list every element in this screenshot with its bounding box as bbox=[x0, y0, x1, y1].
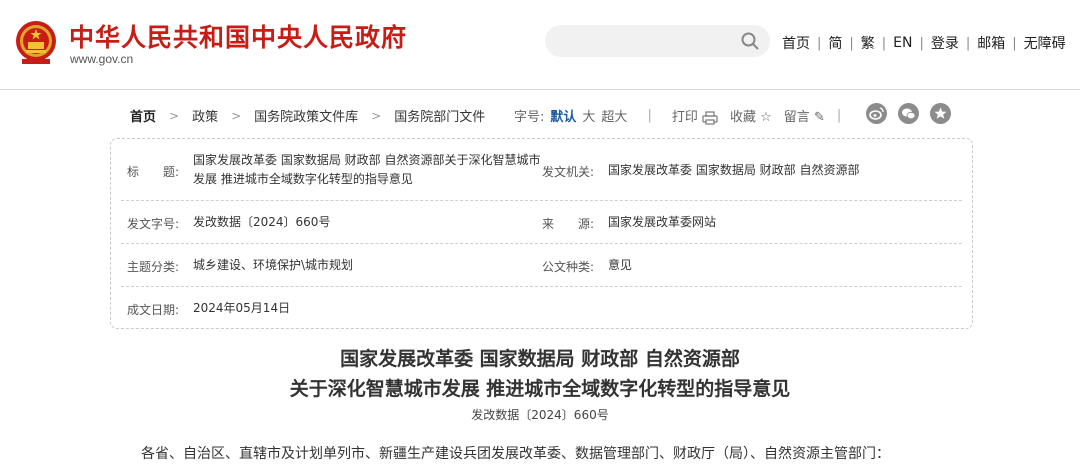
article-title-line2: 关于深化智慧城市发展 推进城市全域数字化转型的指导意见 bbox=[289, 378, 791, 400]
article-doc-number: 发改数据〔2024〕660号 bbox=[471, 408, 609, 422]
nav-home[interactable]: 首页 bbox=[782, 33, 810, 53]
article-toolbar: 字号: 默认 大 超大 | 打印 收藏 ☆ 留言 ✎ | bbox=[514, 106, 841, 125]
national-emblem-icon[interactable] bbox=[14, 17, 58, 67]
breadcrumb-policy[interactable]: 政策 bbox=[192, 106, 218, 125]
breadcrumb: 首页 > 政策 > 国务院政策文件库 > 国务院部门文件 bbox=[130, 106, 485, 126]
wechat-icon[interactable] bbox=[898, 103, 919, 124]
font-size-xlarge[interactable]: 超大 bbox=[601, 106, 627, 125]
docno-value: 发改数据〔2024〕660号 bbox=[193, 215, 331, 229]
document-info-box: 标 题: 国家发展改革委 国家数据局 财政部 自然资源部关于深化智慧城市发展 推… bbox=[110, 138, 973, 329]
article-title-line1: 国家发展改革委 国家数据局 财政部 自然资源部 bbox=[340, 348, 740, 370]
info-row-title: 标 题: 国家发展改革委 国家数据局 财政部 自然资源部关于深化智慧城市发展 推… bbox=[121, 139, 962, 201]
nav-login[interactable]: 登录 bbox=[931, 33, 959, 53]
date-value: 2024年05月14日 bbox=[193, 301, 291, 315]
nav-divider: | bbox=[1012, 35, 1017, 51]
nav-divider: | bbox=[849, 35, 854, 51]
category-label: 主题分类: bbox=[127, 260, 180, 274]
info-row-docno: 发文字号: 发改数据〔2024〕660号 来 源: 国家发展改革委网站 bbox=[121, 201, 962, 244]
chevron-right-icon: > bbox=[231, 108, 242, 123]
nav-divider: | bbox=[881, 35, 887, 51]
nav-divider: | bbox=[919, 35, 924, 51]
favorite-label: 收藏 bbox=[729, 110, 756, 125]
star-outline-icon: ☆ bbox=[760, 110, 772, 125]
breadcrumb-dept-documents[interactable]: 国务院部门文件 bbox=[394, 106, 485, 125]
search-input[interactable] bbox=[545, 25, 770, 57]
comment-button[interactable]: 留言 ✎ bbox=[784, 106, 825, 125]
title-label: 标 题: bbox=[127, 165, 180, 179]
share-buttons bbox=[866, 103, 951, 124]
docno-label: 发文字号: bbox=[127, 217, 180, 231]
article-first-paragraph: 各省、自治区、直辖市及计划单列市、新疆生产建设兵团发展改革委、数据管理部门、财政… bbox=[141, 446, 890, 462]
doc-type-value: 意见 bbox=[608, 258, 633, 272]
font-size-default[interactable]: 默认 bbox=[550, 106, 576, 125]
nav-accessibility[interactable]: 无障碍 bbox=[1024, 33, 1066, 53]
site-header: 中华人民共和国中央人民政府 www.gov.cn 首页 | 简 | 繁 | EN… bbox=[0, 0, 1080, 90]
pencil-icon: ✎ bbox=[813, 110, 825, 125]
font-size-label: 字号: bbox=[514, 110, 545, 125]
weibo-icon[interactable] bbox=[866, 103, 887, 124]
chevron-right-icon: > bbox=[169, 108, 180, 123]
comment-label: 留言 bbox=[783, 110, 810, 125]
print-label: 打印 bbox=[671, 110, 698, 125]
chevron-right-icon: > bbox=[371, 108, 382, 123]
breadcrumb-home[interactable]: 首页 bbox=[130, 106, 156, 125]
site-title[interactable]: 中华人民共和国中央人民政府 bbox=[69, 18, 407, 54]
nav-english[interactable]: EN bbox=[893, 35, 912, 51]
top-nav: 首页 | 简 | 繁 | EN | 登录 | 邮箱 | 无障碍 bbox=[782, 33, 1066, 53]
search-icon[interactable] bbox=[740, 31, 760, 51]
toolbar-divider: | bbox=[647, 108, 652, 123]
category-value: 城乡建设、环境保护\城市规划 bbox=[193, 258, 354, 272]
toolbar-divider: | bbox=[836, 108, 842, 123]
source-value: 国家发展改革委网站 bbox=[608, 215, 717, 229]
title-value: 国家发展改革委 国家数据局 财政部 自然资源部关于深化智慧城市发展 推进城市全域… bbox=[193, 153, 541, 186]
info-row-date: 成文日期: 2024年05月14日 bbox=[121, 287, 962, 329]
info-row-category: 主题分类: 城乡建设、环境保护\城市规划 公文种类: 意见 bbox=[121, 244, 962, 287]
font-size-large[interactable]: 大 bbox=[582, 106, 595, 125]
breadcrumb-policy-library[interactable]: 国务院政策文件库 bbox=[254, 106, 358, 125]
source-label: 来 源: bbox=[542, 217, 595, 231]
nav-divider: | bbox=[965, 35, 971, 51]
issuer-label: 发文机关: bbox=[542, 165, 595, 179]
printer-icon bbox=[702, 110, 718, 125]
nav-simplified[interactable]: 简 bbox=[828, 33, 842, 53]
print-button[interactable]: 打印 bbox=[672, 106, 718, 125]
nav-mail[interactable]: 邮箱 bbox=[977, 33, 1005, 53]
nav-traditional[interactable]: 繁 bbox=[861, 33, 875, 53]
date-label: 成文日期: bbox=[127, 303, 180, 317]
favorite-circle-icon[interactable] bbox=[930, 103, 951, 124]
nav-divider: | bbox=[817, 35, 822, 51]
favorite-button[interactable]: 收藏 ☆ bbox=[730, 106, 772, 125]
doc-type-label: 公文种类: bbox=[542, 260, 595, 274]
site-url[interactable]: www.gov.cn bbox=[70, 52, 133, 66]
issuer-value: 国家发展改革委 国家数据局 财政部 自然资源部 bbox=[608, 163, 860, 177]
